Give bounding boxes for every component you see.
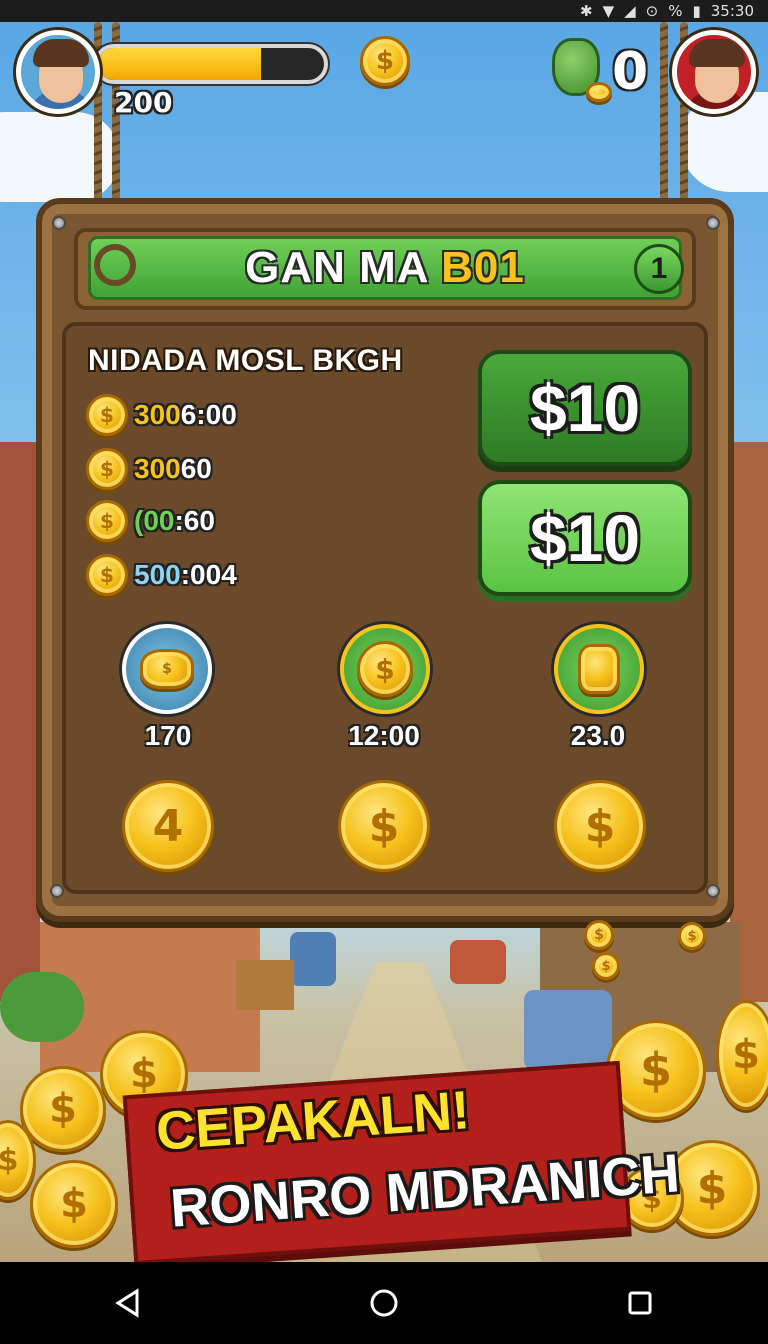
big-coin-dollar[interactable]: $ (338, 780, 430, 872)
opponent-hair (689, 39, 745, 67)
recents-square-icon (628, 1291, 652, 1315)
row-value: 30060 (134, 453, 212, 485)
list-heading: NIDADA MOSL BKGH (88, 344, 403, 377)
row-highlight: 300 (134, 453, 181, 484)
row-highlight: 500 (134, 559, 181, 590)
home-circle-icon (370, 1289, 398, 1317)
player-score: 200 (114, 86, 173, 119)
coin-pile-coin: $ (140, 649, 194, 689)
reward-label: 12:00 (348, 720, 420, 751)
row-highlight: 300 (134, 399, 181, 430)
back-triangle-icon (115, 1288, 139, 1318)
player-avatar[interactable] (16, 30, 100, 114)
decorative-coin-icon: $ (678, 922, 706, 950)
coin-stack-coin (578, 644, 620, 694)
truck-right (524, 990, 612, 1070)
row-highlight: (00 (134, 505, 175, 536)
building-right (730, 442, 768, 1002)
bolt (706, 884, 720, 898)
bush (0, 972, 84, 1042)
row-rest: 6:00 (180, 399, 237, 430)
decorative-coin-icon: $ (20, 1066, 106, 1152)
coin-stack-icon[interactable] (554, 624, 644, 714)
big-coin-dollar[interactable]: $ (554, 780, 646, 872)
bolt (706, 216, 720, 230)
battery-percent: % (668, 2, 683, 20)
back-button[interactable] (98, 1273, 158, 1333)
player-hair (33, 39, 89, 67)
reward-label: 170 (144, 720, 192, 751)
status-bar: ✱ ▼ ◢ ⊙ % ▮ 35:30 (0, 0, 768, 22)
buy-button-secondary[interactable]: $10 (478, 480, 692, 596)
row-rest: :004 (180, 559, 237, 590)
rope-ring (94, 244, 136, 286)
bolt (52, 216, 66, 230)
dollar-coin-icon: $ (86, 394, 128, 436)
clock: 35:30 (710, 2, 754, 20)
truck-left (290, 932, 336, 986)
list-item: $ 3006:00 (86, 392, 237, 438)
board-title-accent: B01 (441, 243, 525, 292)
hud-coin-icon[interactable]: $ (360, 36, 410, 86)
alarm-icon: ⊙ (645, 2, 659, 20)
crate (236, 960, 294, 1010)
title-bar: GAN MA B01 (88, 236, 682, 300)
row-value: (00:60 (134, 505, 215, 537)
navigation-bar (0, 1262, 768, 1344)
battery-icon: ▮ (692, 2, 701, 20)
dollar-coin-icon: $ (86, 500, 128, 542)
recents-button[interactable] (610, 1273, 670, 1333)
list-item: $ 30060 (86, 446, 212, 492)
bluetooth-icon: ✱ (579, 2, 593, 20)
building-left (0, 442, 40, 1002)
coin-pile-icon[interactable]: $ (122, 624, 212, 714)
bag-coin-icon (586, 82, 612, 102)
bolt (50, 884, 64, 898)
row-rest: :60 (174, 505, 215, 536)
row-value: 3006:00 (134, 399, 237, 431)
health-bar (94, 44, 328, 84)
decorative-coin-icon: $ (716, 1000, 768, 1110)
truck-center (450, 940, 506, 984)
list-item: $ (00:60 (86, 498, 215, 544)
dollar-coin-inner: $ (357, 641, 413, 697)
list-item: $ 500:004 (86, 552, 237, 598)
level-badge: 1 (634, 244, 684, 294)
decorative-coin-icon: $ (592, 952, 620, 980)
wifi-icon: ▼ (602, 2, 615, 20)
big-coin-4[interactable]: 4 (122, 780, 214, 872)
board-title-main: GAN MA (245, 243, 442, 292)
home-button[interactable] (354, 1273, 414, 1333)
board-title: GAN MA B01 (245, 243, 525, 293)
decorative-coin-icon: $ (584, 920, 614, 950)
dollar-coin-icon: $ (86, 448, 128, 490)
reward-label: 23.0 (570, 720, 626, 751)
opponent-score: 0 (612, 42, 649, 102)
row-value: 500:004 (134, 559, 237, 591)
row-rest: 60 (180, 453, 212, 484)
opponent-avatar[interactable] (672, 30, 756, 114)
signal-icon: ◢ (624, 2, 636, 20)
decorative-coin-icon: $ (30, 1160, 118, 1248)
cloud (0, 112, 120, 202)
buy-button-primary[interactable]: $10 (478, 350, 692, 466)
dollar-coin-icon: $ (86, 554, 128, 596)
health-bar-fill (98, 48, 261, 80)
dollar-coin-icon[interactable]: $ (340, 624, 430, 714)
